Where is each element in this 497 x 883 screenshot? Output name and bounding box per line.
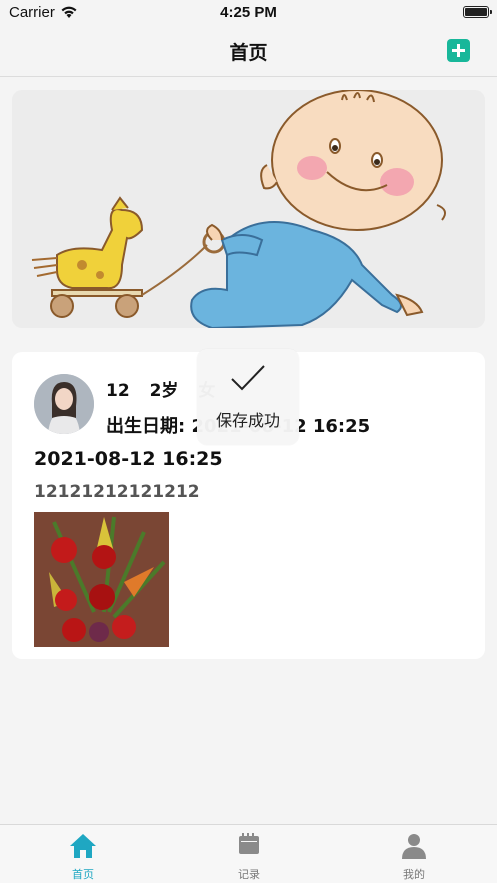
page-title: 首页	[229, 42, 268, 64]
banner-image	[12, 90, 485, 328]
baby-illustration	[31, 90, 447, 328]
tab-records-label: 记录	[238, 868, 260, 881]
battery-icon	[463, 6, 492, 18]
status-bar: Carrier 4:25 PM	[0, 0, 497, 28]
tab-records[interactable]: 记录	[166, 825, 332, 883]
baby-age: 2岁	[149, 381, 179, 401]
nav-bar: 首页	[0, 28, 497, 77]
record-content: 12121212121212	[34, 482, 200, 502]
app-screen: Carrier 4:25 PM 首页 12 2岁 出生日期: 16:25 202…	[0, 0, 497, 883]
tab-profile-label: 我的	[403, 868, 425, 881]
tab-bar: 首页 记录 我的	[0, 824, 497, 883]
calendar-icon	[239, 833, 259, 854]
birth-date-label: 出生日期:	[106, 416, 186, 437]
tab-profile[interactable]: 我的	[331, 825, 497, 883]
avatar-photo	[34, 374, 94, 434]
success-toast: 保存成功	[197, 349, 299, 445]
tab-home-label: 首页	[72, 868, 94, 881]
toast-message: 保存成功	[215, 411, 280, 430]
home-icon	[70, 834, 96, 858]
person-icon	[402, 834, 426, 859]
flower-arrangement-photo	[34, 512, 169, 647]
record-photo[interactable]	[34, 512, 169, 647]
baby-name: 12	[106, 381, 130, 401]
baby-head	[260, 90, 447, 231]
add-record-button[interactable]	[447, 39, 470, 62]
rocking-horse	[31, 196, 144, 318]
avatar	[34, 374, 94, 434]
record-time: 2021-08-12 16:25	[34, 448, 223, 470]
baby-body	[190, 221, 424, 328]
checkmark-icon	[231, 365, 265, 391]
tab-home[interactable]: 首页	[0, 825, 166, 883]
clock: 4:25 PM	[220, 4, 277, 21]
